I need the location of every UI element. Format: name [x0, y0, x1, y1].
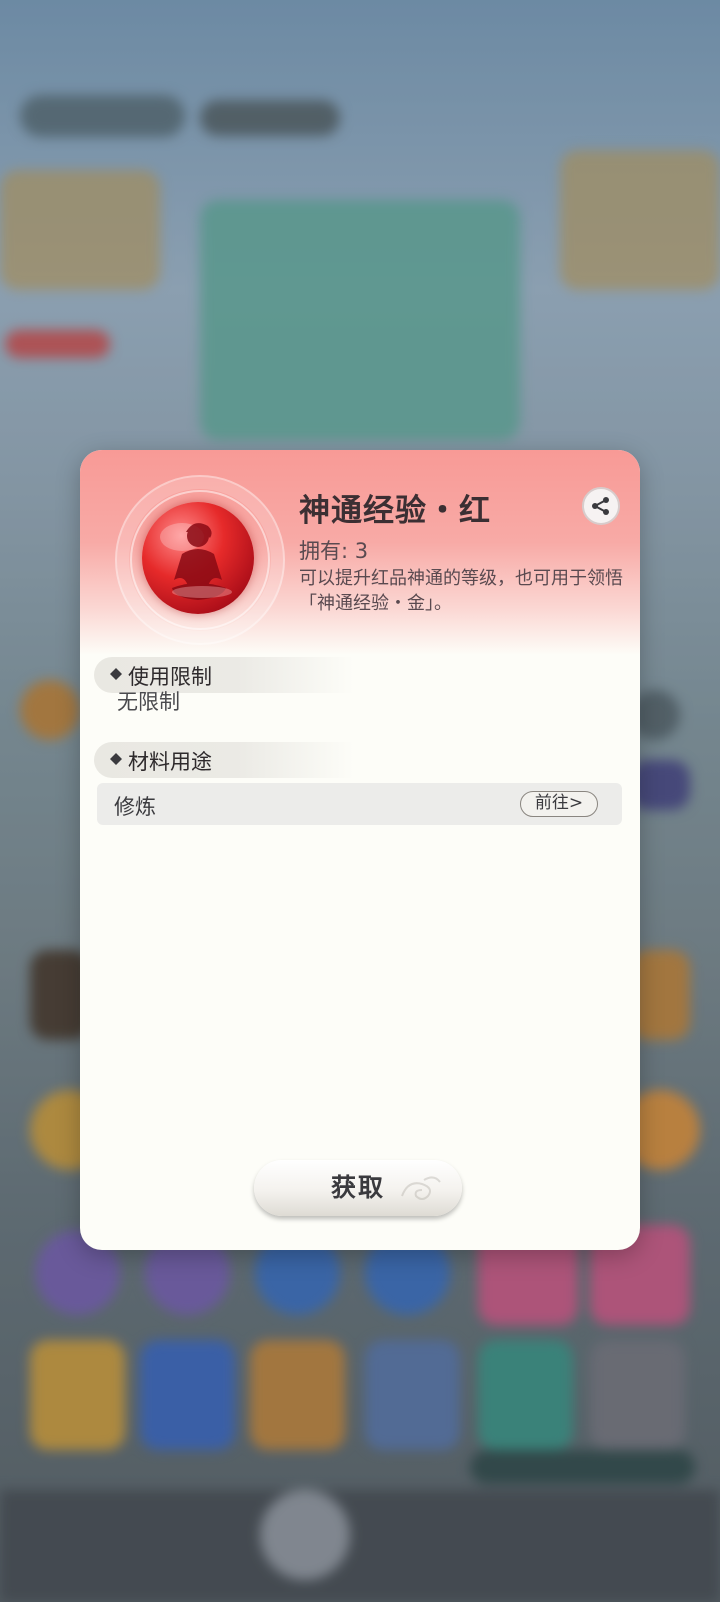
- game-screen: 神通经验・红 拥有: 3 可以提升红品神通的等级，也可用于领悟「神通经验・金」。…: [0, 0, 720, 1602]
- diamond-bullet-icon: [110, 668, 122, 680]
- goto-button[interactable]: 前往>: [520, 791, 598, 817]
- obtain-button[interactable]: 获取: [254, 1160, 462, 1216]
- section-usage-label: 材料用途: [128, 750, 212, 774]
- section-usage-header: 材料用途: [94, 742, 354, 778]
- item-description: 可以提升红品神通的等级，也可用于领悟「神通经验・金」。: [299, 568, 623, 614]
- share-icon: [592, 497, 609, 515]
- dialog-header: 神通经验・红 拥有: 3 可以提升红品神通的等级，也可用于领悟「神通经验・金」。: [80, 450, 640, 655]
- obtain-button-label: 获取: [330, 1173, 385, 1202]
- red-orb-silhouette-icon: [142, 502, 254, 614]
- item-detail-dialog: 神通经验・红 拥有: 3 可以提升红品神通的等级，也可用于领悟「神通经验・金」。…: [80, 450, 640, 1250]
- cloud-swirl-icon: [401, 1176, 441, 1200]
- usage-row-label: 修炼: [114, 795, 156, 819]
- restriction-value: 无限制: [117, 690, 180, 714]
- item-title: 神通经验・红: [299, 493, 491, 529]
- usage-row-cultivation: 修炼 前往>: [97, 783, 622, 825]
- diamond-bullet-icon: [110, 753, 122, 765]
- owned-count: 拥有: 3: [299, 539, 369, 563]
- share-button[interactable]: [582, 487, 620, 525]
